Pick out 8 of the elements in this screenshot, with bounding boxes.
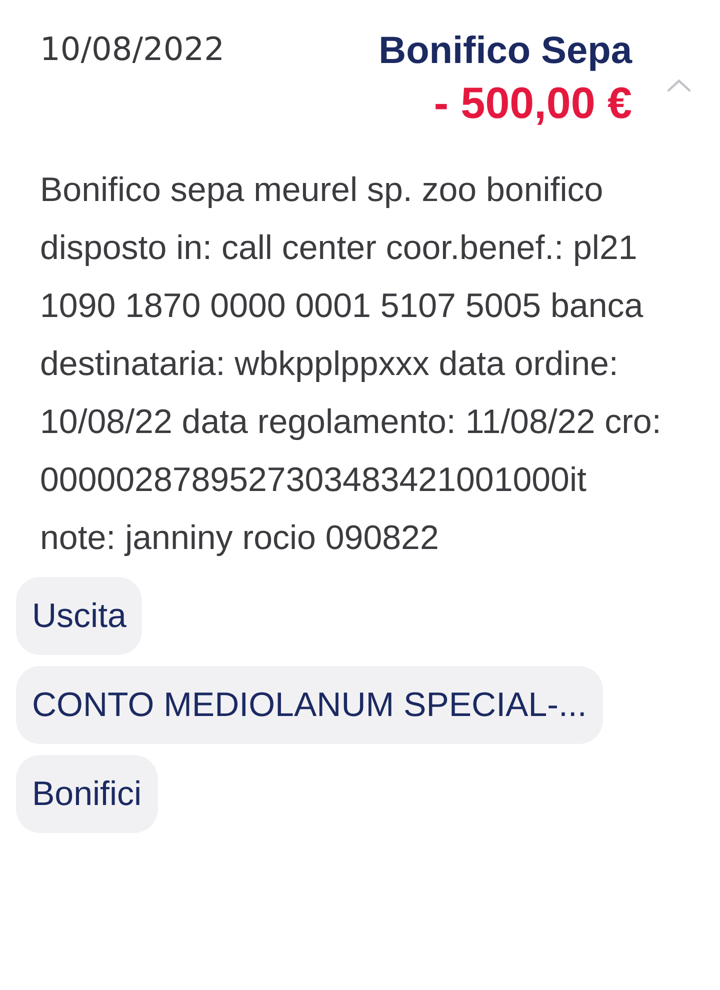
category-tag: CONTO MEDIOLANUM SPECIAL-... [16, 666, 603, 744]
category-tag: Uscita [16, 577, 142, 655]
chevron-up-icon[interactable] [666, 78, 692, 93]
transaction-amount: - 500,00 € [434, 79, 632, 129]
transaction-title: Bonifico Sepa [378, 30, 632, 73]
transaction-date: 10/08/2022 [40, 30, 224, 68]
category-tag: Bonifici [16, 755, 158, 833]
transaction-description: Bonifico sepa meurel sp. zoo bonifico disposto in: call center coor.benef.: pl21 1090 1870 0000 0001 5107 5005 banca destinataria: wbkpplppxxx data ordine: 10/08/22 data regolamento: 11/08/22 cro: 0000028789527303483421001000it note: janniny rocio 090822 [40, 170, 662, 559]
